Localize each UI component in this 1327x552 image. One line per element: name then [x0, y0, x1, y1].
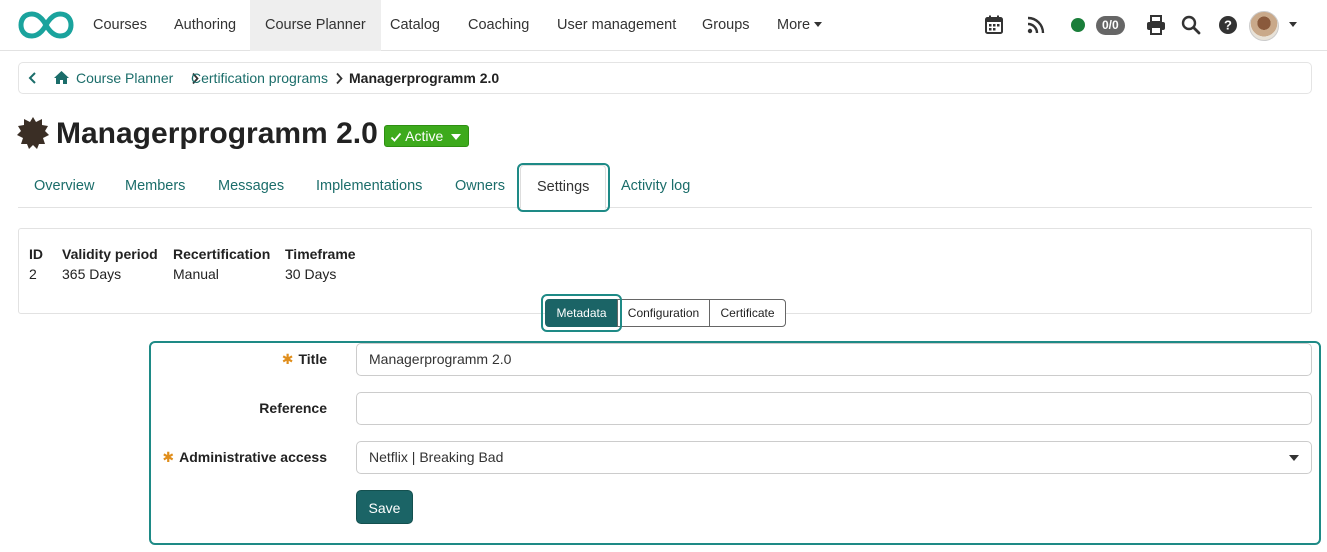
- app-logo[interactable]: [18, 10, 74, 40]
- top-navbar: Courses Authoring Course Planner Catalog…: [0, 0, 1327, 51]
- back-chevron-icon[interactable]: [27, 71, 39, 85]
- administrative-access-select[interactable]: Netflix | Breaking Bad: [356, 441, 1312, 474]
- breadcrumb-course-planner[interactable]: Course Planner: [76, 63, 173, 93]
- nav-authoring[interactable]: Authoring: [159, 0, 251, 51]
- info-label: Timeframe: [285, 246, 356, 262]
- nav-course-planner[interactable]: Course Planner: [250, 0, 381, 51]
- tab-settings[interactable]: Settings: [520, 165, 607, 209]
- chevron-down-icon[interactable]: [1289, 22, 1297, 27]
- reference-label: Reference: [259, 400, 327, 416]
- home-icon[interactable]: [53, 70, 70, 85]
- status-label: Active: [405, 128, 444, 144]
- rss-icon[interactable]: [1025, 14, 1047, 36]
- info-recertification: Recertification Manual: [173, 246, 270, 286]
- subtab-configuration[interactable]: Configuration: [617, 299, 710, 327]
- nav-user-management[interactable]: User management: [542, 0, 691, 51]
- info-validity-period: Validity period 365 Days: [62, 246, 158, 286]
- info-id: ID 2: [29, 246, 43, 286]
- tab-overview[interactable]: Overview: [18, 165, 110, 208]
- subtab-certificate[interactable]: Certificate: [709, 299, 786, 327]
- online-status-dot[interactable]: [1071, 18, 1085, 32]
- nav-catalog[interactable]: Catalog: [375, 0, 455, 51]
- required-marker-icon: ✱: [162, 449, 175, 465]
- subtab-metadata[interactable]: Metadata: [545, 299, 618, 327]
- nav-groups[interactable]: Groups: [687, 0, 765, 51]
- info-value: Manual: [173, 266, 219, 282]
- info-label: Recertification: [173, 246, 271, 262]
- chevron-down-icon: [451, 134, 461, 140]
- calendar-icon[interactable]: [983, 14, 1005, 36]
- info-value: 2: [29, 266, 37, 282]
- avatar[interactable]: [1249, 11, 1279, 41]
- administrative-access-label-text: Administrative access: [179, 449, 327, 465]
- tab-messages[interactable]: Messages: [202, 165, 300, 208]
- chevron-down-icon: [1289, 455, 1299, 461]
- search-icon[interactable]: [1180, 14, 1202, 36]
- save-button[interactable]: Save: [356, 490, 413, 524]
- tab-members[interactable]: Members: [109, 165, 201, 208]
- administrative-access-label: ✱ Administrative access: [162, 449, 327, 466]
- notification-counter[interactable]: 0/0: [1096, 16, 1125, 35]
- title-label-text: Title: [298, 351, 327, 367]
- title-field[interactable]: Managerprogramm 2.0: [356, 343, 1312, 376]
- tab-activity-log[interactable]: Activity log: [605, 165, 706, 208]
- check-icon: [390, 132, 402, 142]
- tab-bar: Overview Members Messages Implementation…: [18, 165, 1312, 209]
- required-marker-icon: ✱: [281, 351, 294, 367]
- info-label: ID: [29, 246, 43, 262]
- svg-text:?: ?: [1224, 18, 1232, 33]
- tab-owners[interactable]: Owners: [439, 165, 521, 208]
- tab-implementations[interactable]: Implementations: [300, 165, 438, 208]
- status-badge[interactable]: Active: [384, 125, 469, 147]
- info-value: 30 Days: [285, 266, 337, 282]
- breadcrumb-separator-icon: [336, 72, 343, 85]
- help-icon[interactable]: ?: [1217, 14, 1239, 36]
- nav-coaching[interactable]: Coaching: [453, 0, 544, 51]
- breadcrumb-current: Managerprogramm 2.0: [349, 70, 500, 86]
- breadcrumb: Course Planner Certification programs Ma…: [18, 62, 1312, 94]
- nav-courses[interactable]: Courses: [78, 0, 162, 51]
- title-label: ✱ Title: [282, 351, 327, 368]
- info-value: 365 Days: [62, 266, 122, 282]
- administrative-access-value: Netflix | Breaking Bad: [369, 449, 504, 465]
- breadcrumb-certification-programs[interactable]: Certification programs: [191, 63, 328, 93]
- print-icon[interactable]: [1145, 14, 1167, 36]
- page-title: Managerprogramm 2.0: [56, 117, 378, 150]
- info-timeframe: Timeframe 30 Days: [285, 246, 356, 286]
- certificate-seal-icon: [17, 117, 49, 149]
- reference-field[interactable]: [356, 392, 1312, 425]
- nav-more-label: More: [777, 17, 811, 33]
- chevron-down-icon: [814, 22, 822, 27]
- info-label: Validity period: [62, 246, 158, 262]
